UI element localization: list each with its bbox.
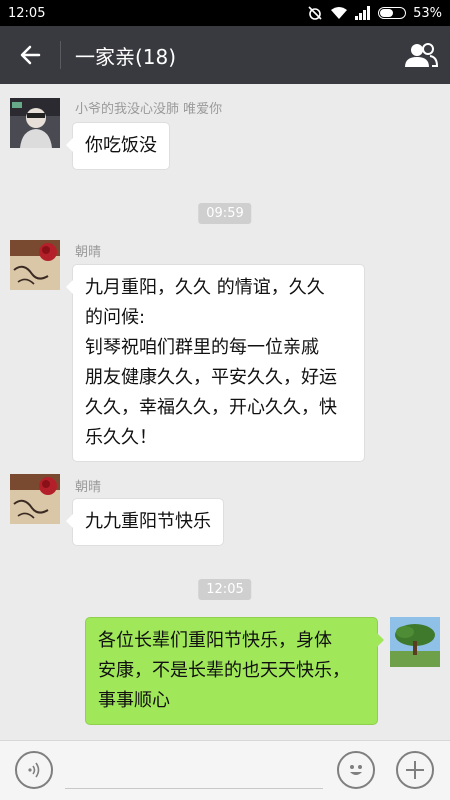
message-line: 安康，不是长辈的也天天快乐， (98, 660, 350, 681)
back-arrow-icon (20, 45, 41, 65)
message-bubble-outgoing[interactable]: 各位长辈们重阳节快乐，身体 安康，不是长辈的也天天快乐， 事事顺心 (85, 617, 384, 725)
avatar-rose-image (10, 240, 60, 290)
group-members-icon (405, 43, 438, 67)
message-input[interactable] (65, 753, 323, 789)
message-text: 九九重阳节快乐 (85, 511, 211, 532)
timestamp: 12:05 (198, 579, 252, 600)
avatar[interactable] (10, 98, 60, 148)
back-button[interactable] (0, 26, 60, 84)
message-line: 久久，幸福久久，开心久久，快 (85, 397, 337, 418)
message-line: 九月重阳，久久 的情谊，久久 (85, 277, 325, 298)
emoji-button[interactable] (337, 751, 375, 789)
more-button[interactable] (396, 751, 434, 789)
group-members-button[interactable] (392, 26, 450, 84)
message-bubble[interactable]: 你吃饭没 (66, 122, 170, 170)
avatar-self[interactable] (390, 617, 440, 667)
timestamp: 09:59 (198, 203, 252, 224)
message-line: 朋友健康久久，平安久久，好运 (85, 367, 337, 388)
chat-header: 一家亲(18) (0, 26, 450, 84)
avatar[interactable] (10, 474, 60, 524)
status-bar: 12:05 53% (0, 0, 450, 26)
input-bar (0, 740, 450, 800)
voice-icon (28, 762, 40, 778)
sender-name: 小爷的我没心没肺 唯爱你 (75, 102, 223, 117)
message-bubble[interactable]: 九九重阳节快乐 (66, 498, 224, 546)
message-bubble[interactable]: 九月重阳，久久 的情谊，久久 的问候: 钊琴祝咱们群里的每一位亲戚 朋友健康久久… (66, 264, 365, 462)
avatar-rose-image (10, 474, 60, 524)
status-time: 12:05 (8, 5, 46, 21)
sender-name: 朝晴 (75, 245, 102, 260)
message-line: 钊琴祝咱们群里的每一位亲戚 (85, 337, 319, 358)
avatar[interactable] (10, 240, 60, 290)
battery-icon (378, 7, 407, 19)
message-line: 各位长辈们重阳节快乐，身体 (98, 630, 332, 651)
plus-icon (406, 761, 424, 779)
battery-percent: 53% (413, 5, 442, 21)
status-icons: 53% (307, 5, 442, 21)
message-line: 乐久久！ (85, 427, 157, 448)
alarm-off-icon (307, 5, 323, 21)
chat-title: 一家亲(18) (75, 44, 177, 69)
message-line: 事事顺心 (98, 690, 170, 711)
header-divider (60, 41, 61, 69)
avatar-tree-image (390, 617, 440, 667)
sender-name: 朝晴 (75, 480, 102, 495)
signal-icon (355, 6, 371, 20)
message-text: 你吃饭没 (85, 135, 157, 156)
chat-area[interactable]: 小爷的我没心没肺 唯爱你 你吃饭没 09:59 朝晴 九月重阳，久久 的情谊，久… (0, 84, 450, 740)
emoji-icon (350, 765, 362, 775)
wifi-icon (330, 6, 348, 20)
message-line: 的问候: (85, 307, 146, 328)
avatar-boy-image (10, 98, 60, 148)
voice-button[interactable] (15, 751, 53, 789)
